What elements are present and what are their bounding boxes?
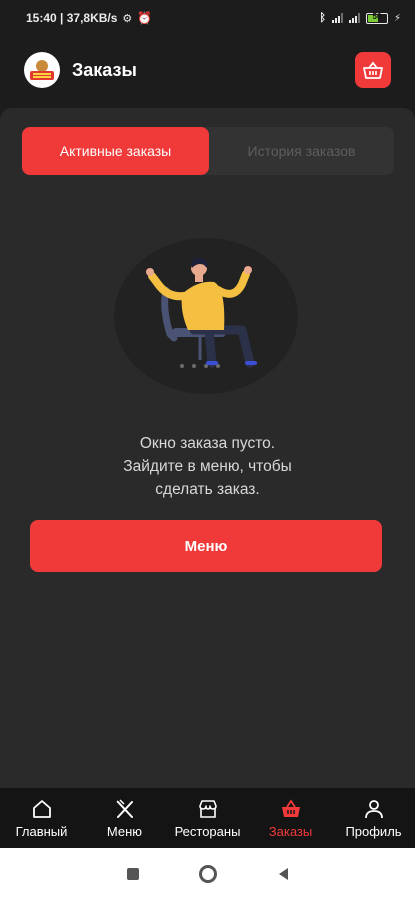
vpn-icon: ⚙	[122, 12, 133, 25]
nav-label-profile: Профиль	[345, 823, 402, 839]
empty-orders-illustration	[114, 238, 298, 394]
menu-button[interactable]: Меню	[30, 520, 382, 572]
nav-label-restaurants: Рестораны	[174, 823, 241, 839]
bluetooth-icon: ᛒ	[319, 12, 326, 24]
page-title: Заказы	[72, 59, 137, 80]
nav-label-menu: Меню	[106, 823, 143, 839]
orders-panel: Активные заказы История заказов Окно зак…	[0, 108, 415, 788]
nav-item-home[interactable]: Главный	[0, 788, 83, 848]
nav-item-profile[interactable]: Профиль	[332, 788, 415, 848]
order-tabs: Активные заказы История заказов	[22, 127, 394, 175]
recents-button[interactable]	[126, 868, 139, 880]
basket-icon	[363, 61, 383, 79]
person-icon	[364, 799, 383, 818]
nav-item-menu[interactable]: Меню	[83, 788, 166, 848]
tab-order-history[interactable]: История заказов	[209, 127, 394, 175]
signal-icon-1	[331, 13, 343, 23]
status-right: ᛒ 56 ⚡	[319, 11, 401, 25]
battery-level: 56	[372, 11, 382, 21]
nav-label-orders: Заказы	[268, 823, 313, 839]
back-button[interactable]	[277, 867, 289, 881]
cutlery-icon	[115, 798, 133, 818]
signal-icon-2	[348, 13, 360, 23]
battery-icon: 56	[365, 11, 388, 24]
nav-item-orders[interactable]: Заказы	[249, 788, 332, 848]
home-icon	[32, 799, 51, 818]
nav-item-restaurants[interactable]: Рестораны	[166, 788, 249, 848]
app-header: Заказы	[0, 40, 415, 100]
empty-state-line-2: Зайдите в меню, чтобы	[123, 458, 292, 475]
alarm-icon: ⏰	[137, 11, 153, 25]
basket-icon	[281, 798, 300, 817]
store-icon	[198, 799, 217, 818]
system-navigation-bar	[0, 848, 415, 900]
basket-button[interactable]	[355, 52, 391, 88]
brand-logo	[24, 52, 60, 88]
nav-label-home: Главный	[15, 823, 68, 839]
status-time: 15:40 | 37,8KB/s	[26, 11, 118, 25]
tab-active-orders[interactable]: Активные заказы	[22, 127, 209, 175]
home-button[interactable]	[198, 865, 217, 883]
empty-state-line-3: сделать заказ.	[155, 481, 260, 498]
empty-state-line-1: Окно заказа пусто.	[139, 435, 276, 452]
status-left: 15:40 | 37,8KB/s ⚙ ⏰	[26, 11, 152, 25]
charging-icon: ⚡	[393, 12, 401, 24]
bottom-navigation: Главный Меню Рестораны Заказы Профиль	[0, 788, 415, 848]
status-bar: 15:40 | 37,8KB/s ⚙ ⏰ ᛒ 56 ⚡	[0, 0, 415, 36]
empty-state-message: Окно заказа пусто. Зайдите в меню, чтобы…	[40, 432, 375, 501]
